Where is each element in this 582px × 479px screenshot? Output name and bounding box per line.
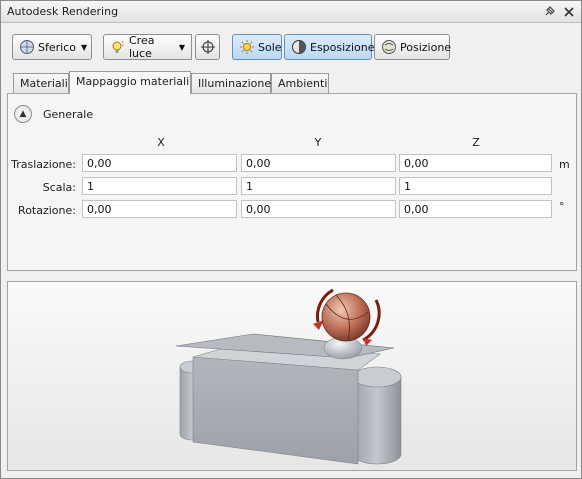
exposure-icon <box>291 39 307 55</box>
window-title: Autodesk Rendering <box>7 5 119 18</box>
row-label-traslazione: Traslazione: <box>11 158 76 171</box>
scala-y-field[interactable]: 1 <box>241 177 396 195</box>
column-header-z: Z <box>472 136 480 149</box>
title-bar: Autodesk Rendering <box>1 1 581 23</box>
esposizione-toggle-button[interactable]: Esposizione <box>284 34 375 60</box>
sole-toggle-button[interactable]: Sole <box>232 34 282 60</box>
tab-ambienti[interactable]: Ambienti <box>271 73 329 93</box>
sun-icon <box>239 39 255 55</box>
rotazione-unit: ° <box>559 200 565 213</box>
globe-position-icon <box>381 39 397 55</box>
chevron-down-icon: ▼ <box>178 42 185 52</box>
rotazione-y-field[interactable]: 0,00 <box>241 200 396 218</box>
tab-mappaggio-materiali[interactable]: Mappaggio materiali <box>69 71 191 94</box>
column-header-y: Y <box>314 136 322 149</box>
row-label-scala: Scala: <box>42 181 76 194</box>
sphere-icon <box>19 39 35 55</box>
crosshair-light-icon <box>200 39 216 55</box>
posizione-label: Posizione <box>400 40 452 54</box>
tab-illuminazione[interactable]: Illuminazione <box>191 73 271 93</box>
crea-luce-dropdown-button[interactable]: Crea luce ▼ <box>103 34 192 60</box>
sferico-dropdown-button[interactable]: Sferico ▼ <box>12 34 92 60</box>
posizione-button[interactable]: Posizione <box>374 34 452 60</box>
preview-viewport[interactable] <box>7 281 577 471</box>
rotazione-z-field[interactable]: 0,00 <box>399 200 552 218</box>
traslazione-x-field[interactable]: 0,00 <box>82 154 237 172</box>
section-title: Generale <box>43 108 94 121</box>
close-icon[interactable] <box>561 4 577 20</box>
traslazione-y-field[interactable]: 0,00 <box>241 154 396 172</box>
scala-z-field[interactable]: 1 <box>399 177 552 195</box>
toolbar: Sferico ▼ Crea luce ▼ Sole Esposizione P… <box>1 23 581 69</box>
traslazione-z-field[interactable]: 0,00 <box>399 154 552 172</box>
mappaggio-materiali-panel: ▲ Generale X Y Z Traslazione: 0,00 0,00 … <box>7 93 577 271</box>
collapse-section-button[interactable]: ▲ <box>14 105 32 123</box>
column-header-x: X <box>157 136 165 149</box>
traslazione-unit: m <box>559 158 570 171</box>
esposizione-label: Esposizione <box>310 40 375 54</box>
row-label-rotazione: Rotazione: <box>18 204 76 217</box>
model-preview-image <box>175 288 402 465</box>
light-bulb-icon <box>110 39 126 55</box>
scala-x-field[interactable]: 1 <box>82 177 237 195</box>
chevron-down-icon: ▼ <box>80 42 88 52</box>
chevron-up-icon: ▲ <box>19 109 27 119</box>
sferico-label: Sferico <box>38 40 76 54</box>
light-target-button[interactable] <box>195 34 220 60</box>
rotazione-x-field[interactable]: 0,00 <box>82 200 237 218</box>
tab-materiali[interactable]: Materiali <box>13 73 69 93</box>
sole-label: Sole <box>258 40 282 54</box>
crea-luce-label: Crea luce <box>129 34 155 60</box>
autodesk-rendering-window: Autodesk Rendering Sferico ▼ Crea luce ▼ <box>0 0 582 479</box>
pin-icon[interactable] <box>541 4 557 20</box>
